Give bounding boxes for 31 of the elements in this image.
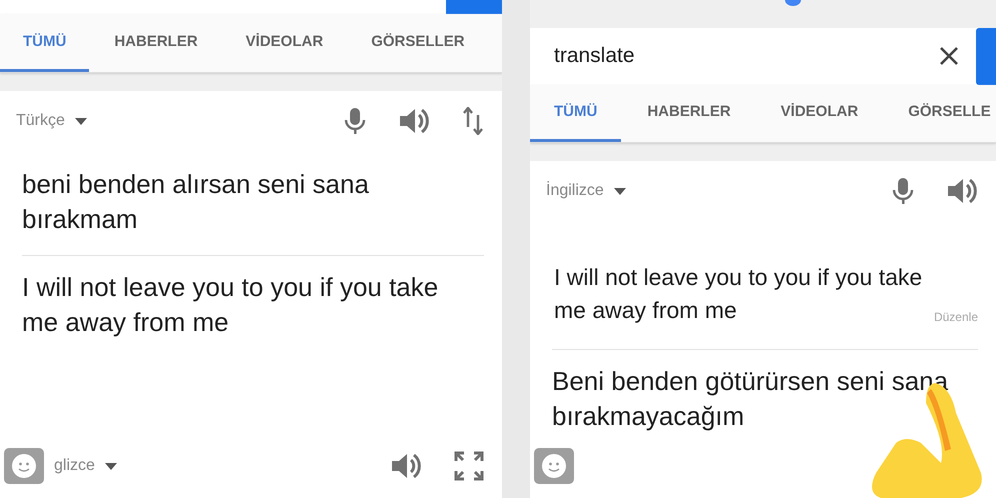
search-text: translate [554,44,636,68]
tab[interactable]: HABERLER [623,84,755,142]
tab[interactable]: VİDEOLAR [756,84,882,142]
smiley-icon [12,454,36,478]
tab[interactable]: TÜMÜ [530,84,622,142]
speaker-icon[interactable] [398,107,430,135]
tab[interactable]: VİDEOLAR [222,14,346,72]
emoji-button[interactable] [534,448,574,484]
tab[interactable]: TÜMÜ [0,14,90,72]
close-icon[interactable] [940,47,958,66]
caret-icon[interactable] [104,462,117,470]
caret-icon[interactable] [74,118,87,124]
swap-icon[interactable] [462,107,484,135]
microphone-icon[interactable] [892,177,914,205]
source-text: beni benden alırsan seni sana bırakmam [22,168,370,236]
language-dropdown[interactable]: glizce [54,457,95,475]
search-field[interactable]: translate [530,28,996,85]
smiley-icon [542,454,566,478]
caret-icon[interactable] [614,188,626,194]
speaker-icon[interactable] [390,452,422,480]
fullscreen-icon[interactable] [454,451,484,481]
microphone-icon[interactable] [344,107,366,135]
emoji-button[interactable] [4,448,44,484]
language-dropdown[interactable]: Türkçe [16,112,65,130]
tab[interactable]: GÖRSELLER [348,14,488,72]
tab[interactable]: HABERLER [91,14,221,72]
tab[interactable]: GÖRSELLE [884,84,996,142]
source-text: I will not leave you to you if you take me away from me [554,263,924,325]
translation-text: I will not leave you to you if you take me away from me [22,271,440,339]
language-dropdown[interactable]: İngilizce [546,182,604,200]
speaker-icon[interactable] [946,177,978,205]
